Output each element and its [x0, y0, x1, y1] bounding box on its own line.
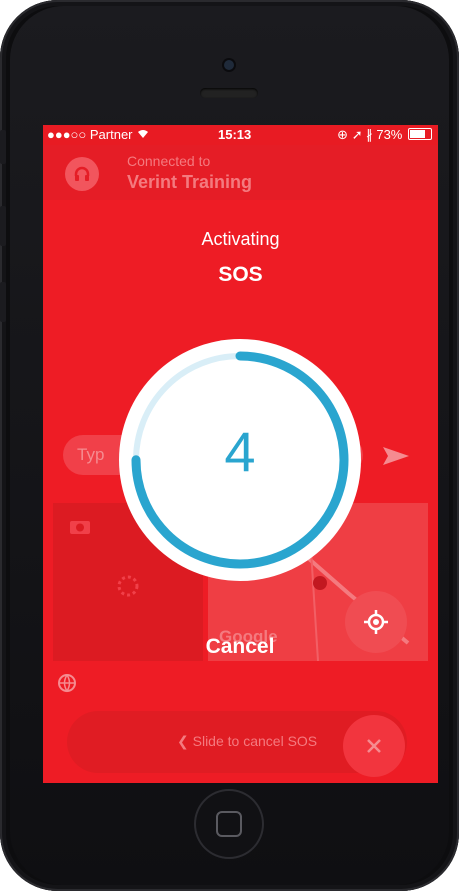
app-header: Connected to Verint Training	[43, 145, 438, 200]
status-right: ⊕ ➚ ∦ 73%	[337, 127, 432, 143]
activating-label: Activating	[201, 229, 280, 249]
send-icon[interactable]	[381, 445, 411, 472]
close-icon	[367, 739, 381, 753]
home-button[interactable]	[194, 789, 264, 859]
lock-rotation-icon: ⊕	[337, 127, 349, 142]
locate-button[interactable]	[345, 591, 407, 653]
connected-label: Connected to	[127, 153, 211, 169]
slide-handle[interactable]	[343, 715, 405, 777]
home-square-icon	[216, 811, 242, 837]
countdown-number: 4	[224, 420, 256, 483]
locate-icon	[364, 610, 388, 634]
battery-icon	[408, 128, 432, 140]
slide-to-cancel-label: ❮ Slide to cancel SOS	[177, 733, 318, 749]
sos-label: SOS	[218, 263, 263, 286]
location-arrow-icon: ➚	[351, 127, 363, 142]
earpiece-speaker	[200, 88, 258, 98]
carrier: ●●●○○ Partner	[47, 127, 150, 142]
workspace-name: Verint Training	[127, 172, 253, 192]
status-bar: ●●●○○ Partner 15:13 ⊕ ➚ ∦ 73%	[43, 125, 438, 145]
message-input-placeholder: Typ	[77, 445, 105, 464]
wifi-icon	[136, 127, 150, 142]
screen: ●●●○○ Partner 15:13 ⊕ ➚ ∦ 73% Connected …	[43, 125, 438, 783]
globe-icon[interactable]	[57, 673, 77, 698]
cancel-button[interactable]: Cancel	[160, 635, 320, 659]
bluetooth-icon: ∦	[366, 127, 373, 142]
status-time: 15:13	[218, 127, 252, 142]
front-camera	[224, 60, 234, 70]
volume-up-button	[0, 206, 6, 246]
headset-icon	[65, 157, 99, 191]
mute-switch	[0, 130, 6, 164]
camera-icon	[70, 521, 90, 534]
battery-percent: 73%	[376, 127, 403, 142]
phone-frame: ●●●○○ Partner 15:13 ⊕ ➚ ∦ 73% Connected …	[0, 0, 459, 891]
countdown-circle: 4	[119, 339, 361, 581]
volume-down-button	[0, 282, 6, 322]
